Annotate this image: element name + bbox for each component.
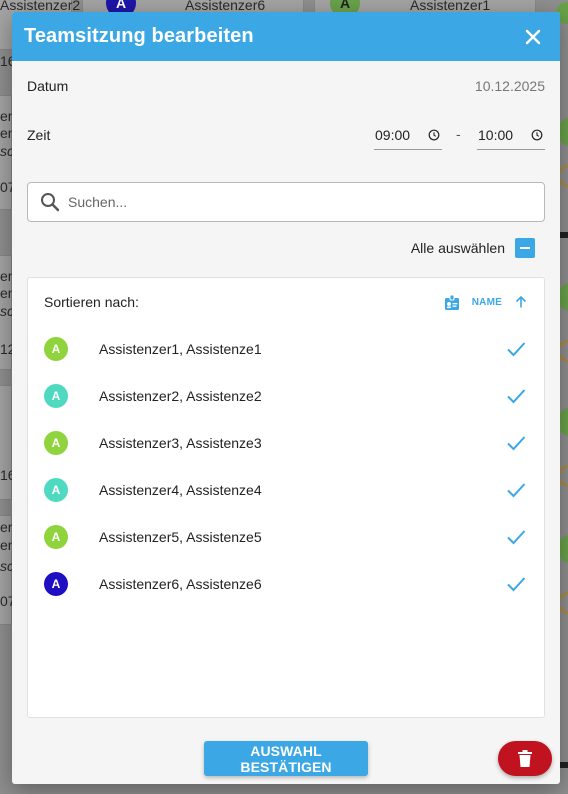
- arrow-up-icon[interactable]: [514, 295, 528, 309]
- close-button[interactable]: [520, 24, 546, 50]
- bg-fragment: er: [0, 519, 13, 535]
- avatar: A: [44, 383, 68, 408]
- participant-row[interactable]: A Assistenzer3, Assistenze3: [28, 419, 544, 466]
- avatar: A: [44, 571, 68, 596]
- checkmark-icon[interactable]: [506, 386, 526, 406]
- trash-icon: [518, 750, 532, 767]
- avatar: A: [44, 336, 68, 361]
- search-field[interactable]: [27, 182, 545, 222]
- date-value: 10.12.2025: [474, 78, 545, 94]
- avatar: A: [44, 430, 68, 455]
- select-all-row: Alle auswählen: [411, 238, 535, 258]
- delete-button[interactable]: [498, 741, 552, 776]
- participant-row[interactable]: A Assistenzer6, Assistenze6: [28, 560, 544, 607]
- dialog-header: Teamsitzung bearbeiten: [12, 12, 560, 61]
- clock-icon[interactable]: [531, 129, 543, 141]
- participant-name: Assistenzer5, Assistenze5: [99, 528, 262, 545]
- checkmark-icon[interactable]: [506, 480, 526, 500]
- participant-name: Assistenzer1, Assistenze1: [99, 340, 262, 357]
- end-time-value: 10:00: [478, 126, 514, 143]
- minus-icon: [520, 247, 530, 249]
- participant-name: Assistenzer2, Assistenze2: [99, 387, 262, 404]
- dialog-title: Teamsitzung bearbeiten: [24, 25, 254, 47]
- confirm-selection-button[interactable]: AUSWAHL BESTÄTIGEN: [204, 741, 368, 776]
- sort-by-name[interactable]: NAME: [472, 297, 502, 308]
- date-label: Datum: [27, 78, 69, 94]
- participant-name: Assistenzer4, Assistenze4: [99, 481, 262, 498]
- clock-icon[interactable]: [428, 129, 440, 141]
- start-time-input[interactable]: 09:00: [374, 120, 442, 150]
- search-icon: [41, 193, 60, 212]
- end-time-input[interactable]: 10:00: [477, 120, 545, 150]
- avatar: A: [44, 524, 68, 549]
- date-row: Datum 10.12.2025: [27, 76, 545, 96]
- checkmark-icon[interactable]: [506, 339, 526, 359]
- sort-label: Sortieren nach:: [44, 294, 139, 310]
- sort-controls: NAME: [444, 294, 528, 311]
- participant-row[interactable]: A Assistenzer1, Assistenze1: [28, 325, 544, 372]
- participant-row[interactable]: A Assistenzer2, Assistenze2: [28, 372, 544, 419]
- close-icon: [525, 29, 541, 44]
- select-all-checkbox[interactable]: [515, 238, 535, 258]
- search-input[interactable]: [68, 194, 544, 210]
- participant-name: Assistenzer3, Assistenze3: [99, 434, 262, 451]
- participant-row[interactable]: A Assistenzer4, Assistenze4: [28, 466, 544, 513]
- checkmark-icon[interactable]: [506, 574, 526, 594]
- checkmark-icon[interactable]: [506, 527, 526, 547]
- select-all-label: Alle auswählen: [410, 240, 505, 256]
- edit-meeting-dialog: Teamsitzung bearbeiten Datum 10.12.2025 …: [12, 12, 560, 784]
- time-separator: -: [456, 126, 461, 142]
- id-badge-icon[interactable]: [444, 294, 460, 311]
- participant-row[interactable]: A Assistenzer5, Assistenze5: [28, 513, 544, 560]
- bg-fragment: er: [0, 268, 13, 284]
- start-time-value: 09:00: [375, 126, 411, 143]
- checkmark-icon[interactable]: [506, 433, 526, 453]
- participant-list: Sortieren nach: NAME A Assistenzer1, Assi…: [27, 277, 545, 718]
- avatar: A: [44, 477, 68, 502]
- participant-name: Assistenzer6, Assistenze6: [99, 575, 262, 592]
- time-label: Zeit: [27, 127, 51, 143]
- bg-fragment: er: [0, 108, 13, 124]
- sort-row: Sortieren nach: NAME: [44, 293, 528, 311]
- time-row: Zeit: [27, 125, 545, 145]
